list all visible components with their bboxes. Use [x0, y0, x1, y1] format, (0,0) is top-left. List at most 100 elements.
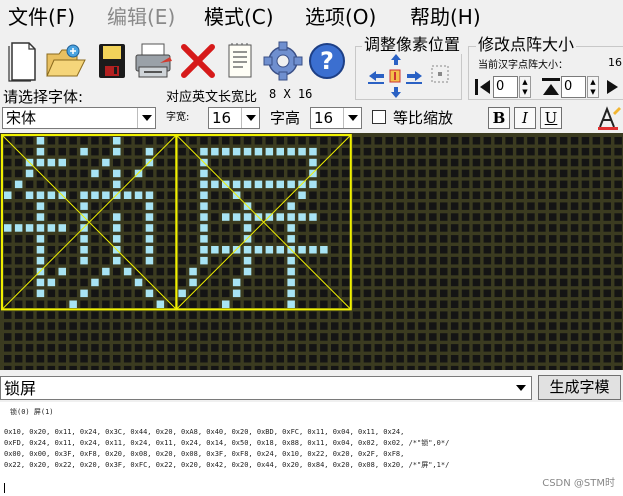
grid-pixel[interactable] — [123, 137, 132, 145]
grid-pixel[interactable] — [527, 180, 535, 189]
move-up-icon[interactable] — [391, 54, 401, 65]
grid-pixel[interactable] — [178, 311, 186, 319]
grid-pixel[interactable] — [472, 191, 481, 200]
grid-pixel[interactable] — [4, 355, 12, 363]
grid-pixel[interactable] — [113, 322, 121, 330]
grid-pixel[interactable] — [341, 355, 350, 363]
grid-pixel[interactable] — [69, 278, 77, 287]
grid-pixel[interactable] — [581, 180, 590, 189]
lit-pixel[interactable] — [113, 235, 121, 243]
grid-pixel[interactable] — [516, 202, 524, 210]
grid-pixel[interactable] — [581, 278, 590, 287]
lit-pixel[interactable] — [211, 180, 219, 189]
grid-pixel[interactable] — [102, 365, 110, 370]
grid-pixel[interactable] — [396, 213, 404, 221]
grid-pixel[interactable] — [331, 180, 339, 189]
grid-pixel[interactable] — [58, 213, 67, 221]
lit-pixel[interactable] — [222, 213, 230, 221]
center-icon[interactable] — [389, 69, 401, 83]
grid-pixel[interactable] — [352, 180, 361, 189]
grid-pixel[interactable] — [440, 311, 448, 319]
grid-pixel[interactable] — [527, 267, 535, 276]
grid-pixel[interactable] — [352, 224, 361, 232]
grid-pixel[interactable] — [265, 169, 274, 178]
grid-pixel[interactable] — [254, 344, 263, 352]
grid-pixel[interactable] — [614, 322, 622, 330]
grid-pixel[interactable] — [58, 344, 67, 352]
grid-pixel[interactable] — [178, 246, 186, 254]
grid-pixel[interactable] — [69, 147, 77, 156]
grid-pixel[interactable] — [276, 256, 285, 265]
grid-pixel[interactable] — [570, 267, 579, 276]
grid-pixel[interactable] — [298, 224, 306, 232]
grid-pixel[interactable] — [341, 278, 350, 287]
grid-pixel[interactable] — [440, 256, 448, 265]
grid-pixel[interactable] — [276, 355, 285, 363]
grid-pixel[interactable] — [363, 355, 372, 363]
grid-pixel[interactable] — [102, 322, 110, 330]
lit-pixel[interactable] — [287, 202, 295, 210]
grid-pixel[interactable] — [287, 322, 295, 330]
grid-pixel[interactable] — [538, 180, 546, 189]
grid-pixel[interactable] — [352, 365, 361, 370]
grid-pixel[interactable] — [167, 289, 176, 298]
lit-pixel[interactable] — [309, 213, 317, 221]
grid-pixel[interactable] — [527, 246, 535, 254]
grid-pixel[interactable] — [156, 202, 165, 210]
grid-pixel[interactable] — [14, 191, 23, 200]
grid-pixel[interactable] — [581, 311, 590, 319]
grid-pixel[interactable] — [167, 322, 176, 330]
grid-pixel[interactable] — [102, 344, 110, 352]
lit-pixel[interactable] — [287, 147, 295, 156]
grid-pixel[interactable] — [58, 311, 67, 319]
grid-pixel[interactable] — [440, 267, 448, 276]
help-button[interactable]: ? — [306, 40, 348, 82]
grid-pixel[interactable] — [559, 180, 568, 189]
grid-pixel[interactable] — [538, 246, 546, 254]
grid-pixel[interactable] — [483, 289, 492, 298]
grid-pixel[interactable] — [483, 224, 492, 232]
grid-pixel[interactable] — [603, 224, 612, 232]
grid-pixel[interactable] — [407, 365, 415, 370]
grid-pixel[interactable] — [581, 355, 590, 363]
grid-pixel[interactable] — [222, 158, 230, 167]
grid-pixel[interactable] — [265, 158, 274, 167]
grid-pixel[interactable] — [58, 289, 67, 298]
grid-pixel[interactable] — [36, 344, 45, 352]
grid-pixel[interactable] — [113, 311, 121, 319]
grid-pixel[interactable] — [102, 137, 110, 145]
grid-pixel[interactable] — [549, 202, 557, 210]
grid-pixel[interactable] — [461, 300, 470, 309]
grid-pixel[interactable] — [450, 180, 459, 189]
grid-pixel[interactable] — [494, 158, 503, 167]
chevron-down-icon[interactable] — [241, 108, 259, 128]
grid-pixel[interactable] — [254, 256, 263, 265]
grid-pixel[interactable] — [581, 169, 590, 178]
grid-pixel[interactable] — [461, 180, 470, 189]
grid-pixel[interactable] — [14, 256, 23, 265]
grid-pixel[interactable] — [450, 278, 459, 287]
lit-pixel[interactable] — [200, 256, 208, 265]
grid-pixel[interactable] — [265, 256, 274, 265]
grid-pixel[interactable] — [559, 322, 568, 330]
grid-pixel[interactable] — [320, 333, 328, 341]
grid-pixel[interactable] — [178, 365, 186, 370]
grid-pixel[interactable] — [505, 224, 513, 232]
grid-pixel[interactable] — [167, 235, 176, 243]
grid-pixel[interactable] — [472, 158, 481, 167]
grid-pixel[interactable] — [483, 365, 492, 370]
grid-pixel[interactable] — [592, 246, 601, 254]
grid-pixel[interactable] — [331, 235, 339, 243]
grid-pixel[interactable] — [25, 365, 34, 370]
grid-pixel[interactable] — [472, 147, 481, 156]
grid-pixel[interactable] — [592, 147, 601, 156]
grid-pixel[interactable] — [516, 191, 524, 200]
grid-pixel[interactable] — [243, 158, 252, 167]
grid-pixel[interactable] — [265, 289, 274, 298]
grid-pixel[interactable] — [440, 147, 448, 156]
grid-pixel[interactable] — [374, 169, 383, 178]
lit-pixel[interactable] — [265, 180, 274, 189]
lit-pixel[interactable] — [287, 235, 295, 243]
grid-pixel[interactable] — [581, 365, 590, 370]
grid-pixel[interactable] — [91, 267, 99, 276]
